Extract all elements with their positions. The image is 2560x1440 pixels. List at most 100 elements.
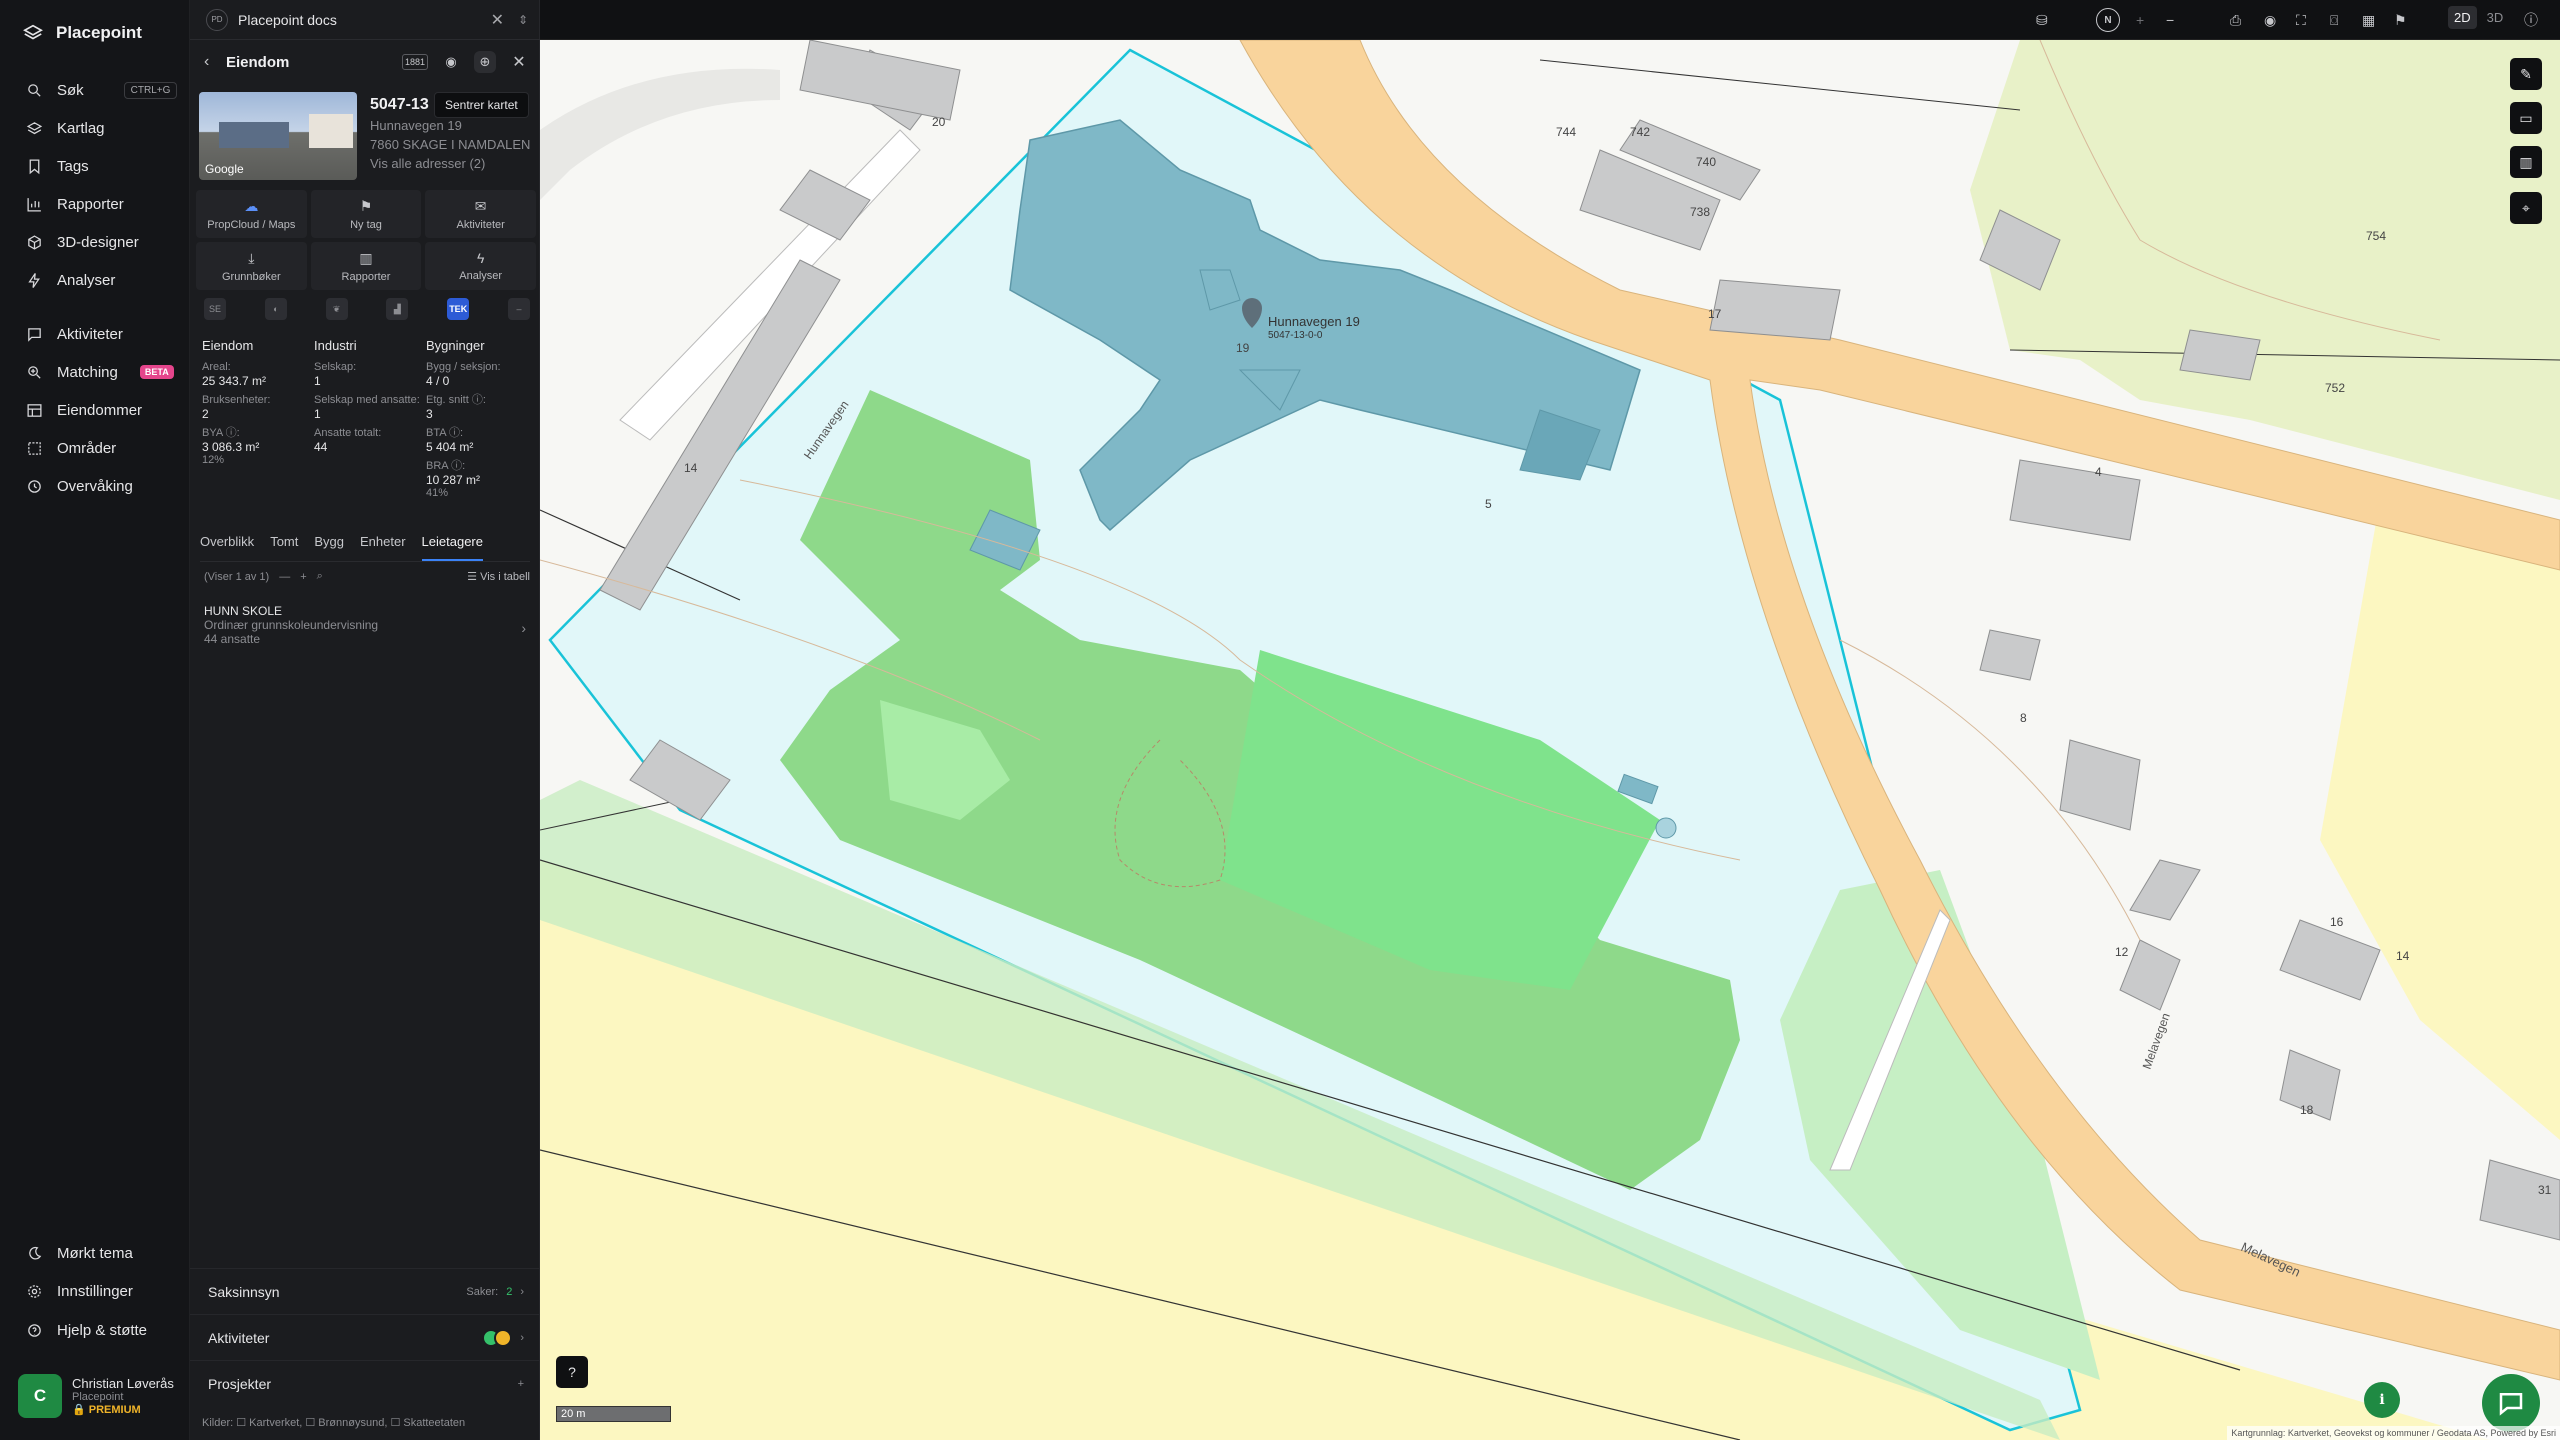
download-icon: ⤓	[248, 249, 255, 266]
zoom-in-icon[interactable]: +	[2136, 9, 2144, 31]
all-addresses-link[interactable]: Vis alle adresser (2)	[370, 156, 534, 171]
stat-value: 3 086.3 m²	[202, 440, 260, 454]
nav-label: Områder	[57, 439, 117, 457]
tab-enheter[interactable]: Enheter	[360, 534, 406, 561]
view-table-button[interactable]: ☰ Vis i tabell	[467, 570, 530, 583]
quick-actions: ☁ PropCloud / Maps ⚑ Ny tag ✉ Aktiviteter ⤓…	[196, 190, 536, 290]
tab-bygg[interactable]: Bygg	[314, 534, 344, 561]
beta-badge: BETA	[139, 365, 174, 379]
house-number: 14	[684, 461, 698, 475]
nav-label: Hjelp & støtte	[57, 1321, 148, 1339]
propcloud-button[interactable]: ☁ PropCloud / Maps	[196, 190, 307, 238]
grid-icon[interactable]: ▦	[2362, 9, 2375, 31]
workspace-title[interactable]: Placepoint docs	[238, 12, 337, 28]
mode-3d-button[interactable]: 3D	[2481, 6, 2510, 29]
brand-logo[interactable]: Placepoint	[22, 22, 142, 44]
nav-item-rapporter[interactable]: Rapporter	[26, 192, 124, 216]
nav-item-settings[interactable]: Innstillinger	[26, 1279, 133, 1303]
search-icon[interactable]: ⌕	[317, 570, 323, 583]
house-number: 16	[2330, 915, 2344, 929]
section-aktiviteter[interactable]: Aktiviteter ›	[190, 1314, 540, 1360]
nav-item-eiendommer[interactable]: Eiendommer	[26, 398, 142, 422]
nav-item-analyser[interactable]: Analyser	[26, 268, 115, 292]
layers-stack-icon[interactable]: ⛁	[2036, 9, 2048, 31]
draw-tool-icon[interactable]: ✎	[2510, 58, 2542, 90]
mode-2d-button[interactable]: 2D	[2448, 6, 2477, 29]
quick-label: Ny tag	[350, 218, 382, 231]
measure-tool-icon[interactable]: ▭	[2510, 102, 2542, 134]
tek-badge[interactable]: TEK	[447, 298, 470, 320]
print-icon[interactable]: ⎙	[2230, 9, 2241, 31]
info-circle-icon[interactable]: ⓘ	[2524, 9, 2538, 31]
signal-badge[interactable]: ▟	[386, 298, 409, 320]
nav-item-tags[interactable]: Tags	[26, 154, 89, 178]
reports-button[interactable]: ▥ Rapporter	[310, 242, 422, 290]
panel-tab-header: PD Placepoint docs ✕ ⇕	[190, 0, 540, 40]
add-icon[interactable]: +	[518, 1378, 524, 1390]
nav-item-omrader[interactable]: Områder	[26, 436, 116, 460]
tenant-list-tools: (Viser 1 av 1) — + ⌕ ☰ Vis i tabell	[204, 570, 530, 583]
tab-leietagere[interactable]: Leietagere	[421, 534, 483, 561]
section-saksinnsyn[interactable]: Saksinnsyn Saker: 2 ›	[190, 1268, 540, 1314]
brand-name: Placepoint	[56, 23, 142, 42]
photo-house	[309, 114, 353, 148]
nav-item-help[interactable]: Hjelp & støtte	[26, 1318, 147, 1342]
climate-badge[interactable]: ◐	[264, 298, 287, 320]
zoom-out-icon[interactable]: −	[2166, 9, 2174, 31]
section-prosjekter[interactable]: Prosjekter +	[190, 1360, 540, 1406]
map-svg[interactable]: Hunnavegen 19 5047-13-0-0 Hunnavegen Mel…	[540, 40, 2560, 1440]
bookmark-icon[interactable]: ⚑	[2394, 9, 2407, 31]
street-view-photo[interactable]: Google	[199, 92, 357, 180]
nav-item-aktiviteter[interactable]: Aktiviteter	[26, 322, 123, 346]
tab-overblikk[interactable]: Overblikk	[200, 534, 254, 561]
center-map-icon[interactable]: ⊕	[474, 51, 496, 73]
nav-label: Innstillinger	[57, 1282, 133, 1300]
list-item[interactable]: HUNN SKOLE Ordinær grunnskoleundervisnin…	[204, 604, 530, 646]
info-icon[interactable]: i	[2364, 1382, 2400, 1418]
stat-key: Areal:	[202, 361, 231, 373]
registry-badge-icon[interactable]: 1881	[402, 54, 428, 70]
address-label: Hunnavegen 19	[1268, 314, 1360, 329]
cube-icon	[28, 234, 41, 250]
eye-icon[interactable]: ◉	[2264, 9, 2276, 31]
nav-item-matching[interactable]: Matching BETA	[26, 360, 174, 384]
tenant-employees: 44 ansatte	[204, 632, 261, 646]
nature-badge[interactable]: ❦	[325, 298, 348, 320]
more-badge[interactable]: –	[507, 298, 530, 320]
stats-heading: Bygninger	[426, 338, 485, 353]
nav-item-search[interactable]: Søk CTRL+G	[26, 78, 178, 102]
nav-item-kartlag[interactable]: Kartlag	[26, 116, 105, 140]
compass-icon[interactable]: N	[2096, 8, 2120, 32]
close-icon[interactable]: ✕	[491, 10, 504, 30]
energy-badge[interactable]: SE	[204, 298, 226, 320]
eye-icon[interactable]: ◉	[440, 51, 462, 73]
add-icon[interactable]: +	[300, 571, 306, 583]
activities-button[interactable]: ✉ Aktiviteter	[425, 190, 536, 238]
chat-button[interactable]	[2482, 1374, 2540, 1432]
chevron-updown-icon[interactable]: ⇕	[518, 13, 528, 27]
collapse-icon[interactable]: —	[279, 571, 290, 583]
back-icon[interactable]: ‹	[204, 53, 226, 71]
analyses-button[interactable]: ϟ Analyser	[425, 242, 536, 290]
monitor-icon	[28, 479, 41, 493]
new-tag-button[interactable]: ⚑ Ny tag	[310, 190, 422, 238]
nav-item-overvaking[interactable]: Overvåking	[26, 474, 133, 498]
help-icon[interactable]: ?	[556, 1356, 588, 1388]
tab-tomt[interactable]: Tomt	[270, 534, 298, 561]
nav-item-3d-designer[interactable]: 3D-designer	[26, 230, 139, 254]
property-header: ‹ Eiendom 1881 ◉ ⊕ ✕	[204, 50, 530, 74]
analysis-tool-icon[interactable]: ⌖	[2510, 192, 2542, 224]
land-registry-button[interactable]: ⤓ Grunnbøker	[196, 242, 307, 290]
nav-item-dark-theme[interactable]: Mørkt tema	[26, 1241, 133, 1265]
fullscreen-icon[interactable]: ⛶	[2296, 9, 2306, 31]
chart-tool-icon[interactable]: ▥	[2510, 146, 2542, 178]
camera-icon[interactable]: ⌼	[2330, 9, 2338, 31]
close-panel-icon[interactable]: ✕	[508, 51, 530, 73]
property-id: 5047-13	[370, 96, 429, 113]
map-canvas[interactable]: Hunnavegen 19 5047-13-0-0 Hunnavegen Mel…	[540, 40, 2560, 1440]
house-number: 18	[2300, 1103, 2314, 1117]
user-profile[interactable]: C Christian Løverås Placepoint 🔒 PREMIUM	[18, 1374, 174, 1418]
property-panel: PD Placepoint docs ✕ ⇕ ‹ Eiendom 1881 ◉ …	[190, 0, 540, 1440]
chevron-right-icon: ›	[520, 1285, 524, 1298]
chevron-right-icon: ›	[521, 620, 526, 636]
